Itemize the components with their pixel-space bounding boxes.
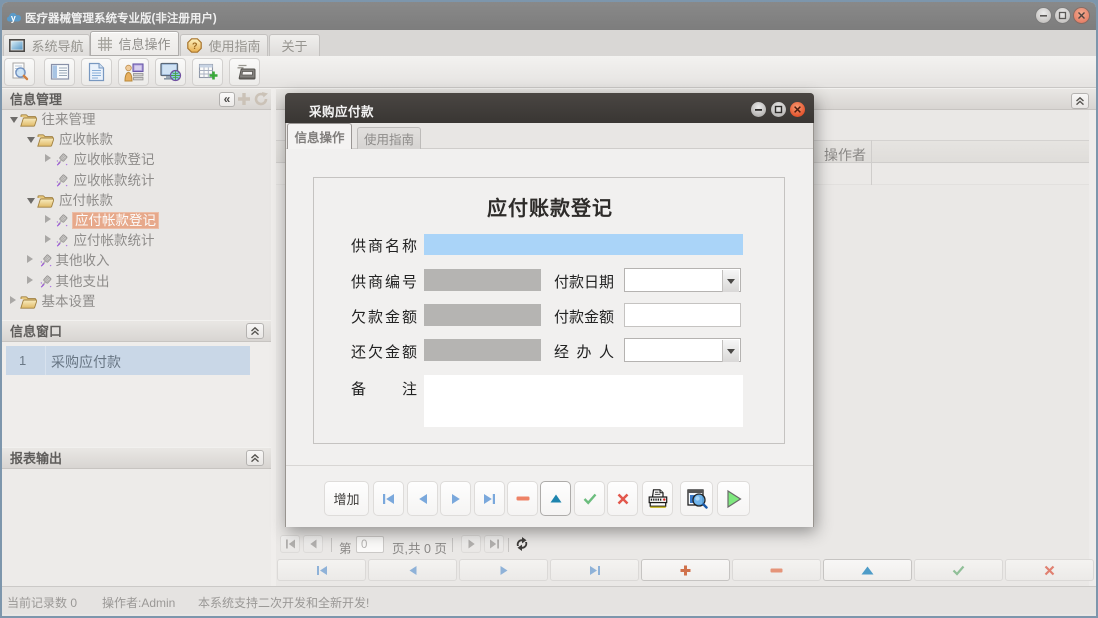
- svg-text:y: y: [11, 13, 16, 23]
- svg-text:?: ?: [192, 41, 198, 51]
